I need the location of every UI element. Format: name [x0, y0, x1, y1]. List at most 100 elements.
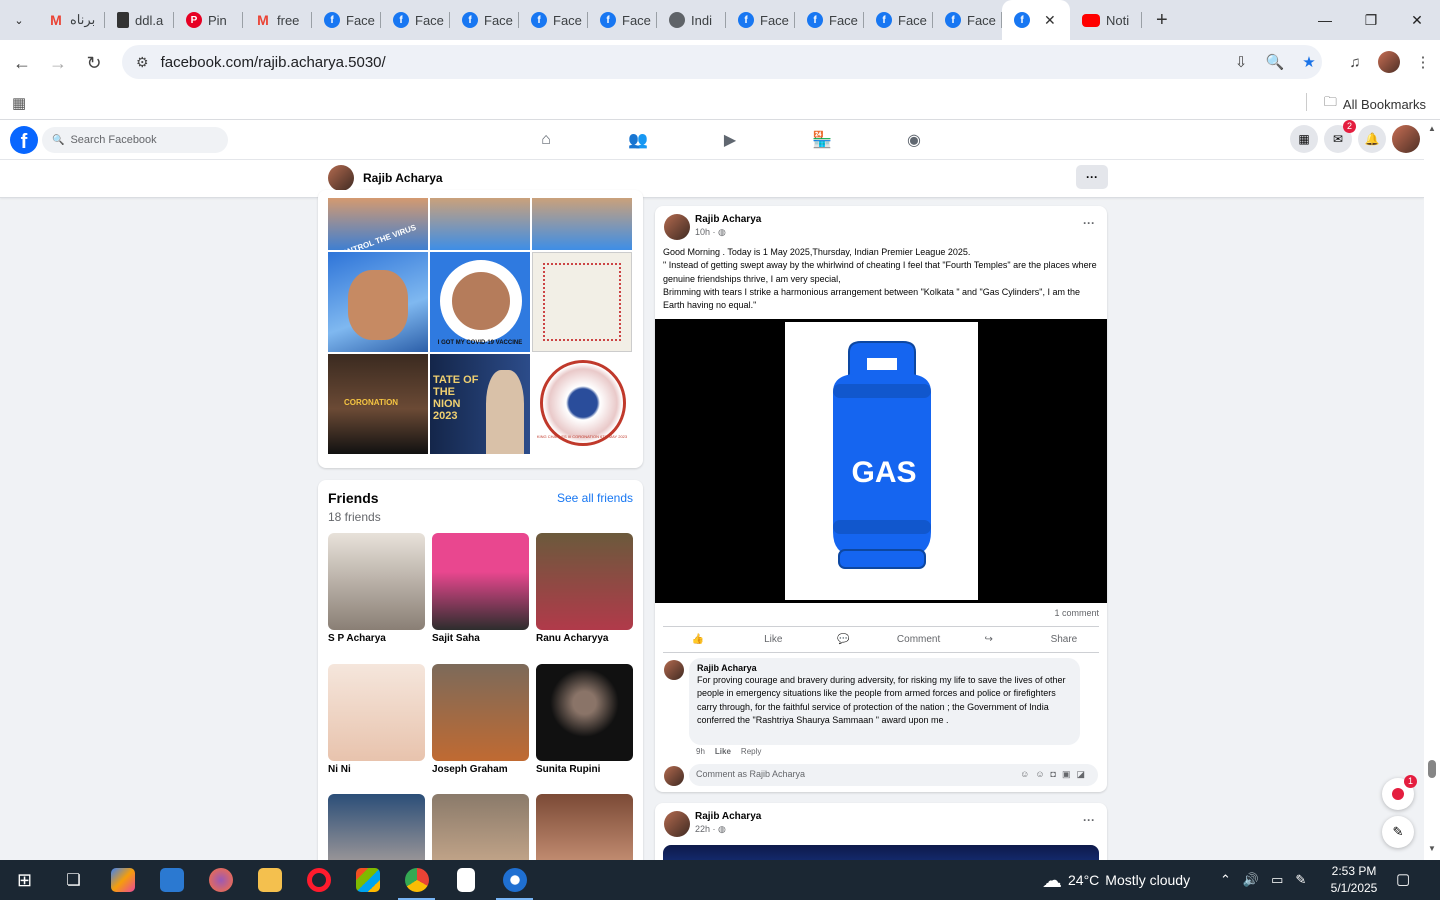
- browser-tab[interactable]: P Pin: [174, 0, 243, 40]
- notifications-icon[interactable]: 🔔: [1358, 125, 1386, 153]
- page-scrollbar[interactable]: ▲ ▼: [1424, 120, 1440, 860]
- browser-tab[interactable]: f Face: [450, 0, 519, 40]
- photo-tile[interactable]: [430, 198, 530, 250]
- scroll-down-icon[interactable]: ▼: [1428, 844, 1436, 853]
- comment-reply-button[interactable]: Reply: [741, 747, 761, 756]
- site-info-icon[interactable]: ⚙: [136, 54, 149, 71]
- facebook-logo[interactable]: f: [10, 126, 38, 154]
- photo-tile[interactable]: [328, 252, 428, 352]
- browser-tab[interactable]: f Face: [933, 0, 1002, 40]
- marketplace-icon[interactable]: 🏪: [776, 120, 868, 160]
- zoom-icon[interactable]: 🔍: [1258, 45, 1292, 79]
- post-author-avatar[interactable]: [664, 214, 690, 240]
- friend-item[interactable]: S P Acharya: [328, 533, 425, 644]
- store-app[interactable]: [343, 860, 392, 900]
- browser-tab[interactable]: f Face: [864, 0, 933, 40]
- media-controls-icon[interactable]: ♫: [1338, 45, 1372, 79]
- post-author-avatar[interactable]: [664, 811, 690, 837]
- menu-kebab-icon[interactable]: ⋮: [1406, 45, 1440, 79]
- tray-chevron-icon[interactable]: ⌃: [1220, 872, 1231, 888]
- photo-tile[interactable]: [532, 252, 632, 352]
- clock[interactable]: 2:53 PM 5/1/2025: [1328, 863, 1380, 897]
- post-image[interactable]: GAS: [655, 319, 1107, 603]
- browser-tab[interactable]: f Face: [312, 0, 381, 40]
- tab-active[interactable]: f ✕: [1002, 0, 1070, 40]
- camera-icon[interactable]: ◘: [1051, 769, 1062, 779]
- copilot-app[interactable]: [98, 860, 147, 900]
- photo-tile[interactable]: CORONATION: [328, 354, 428, 454]
- notification-center-icon[interactable]: ▢: [1396, 870, 1410, 888]
- gif-icon[interactable]: ▣: [1062, 769, 1077, 779]
- firefox-app[interactable]: [196, 860, 245, 900]
- search-input[interactable]: 🔍 Search Facebook: [42, 127, 228, 153]
- network-icon[interactable]: ▭: [1271, 872, 1283, 888]
- tab-search-button[interactable]: ⌄: [6, 7, 32, 33]
- profile-avatar[interactable]: [1372, 45, 1406, 79]
- browser-tab[interactable]: f Face: [519, 0, 588, 40]
- profile-name[interactable]: Rajib Acharya: [363, 171, 443, 185]
- close-tab-icon[interactable]: ✕: [1044, 12, 1056, 29]
- all-bookmarks-button[interactable]: 🗀 All Bookmarks: [1305, 93, 1426, 115]
- apps-grid-icon[interactable]: ▦: [12, 94, 26, 112]
- photo-tile[interactable]: I GOT MY COVID-19 VACCINE: [430, 252, 530, 352]
- friend-item[interactable]: Ni Ni: [328, 664, 425, 775]
- forward-icon[interactable]: →: [40, 45, 76, 81]
- menu-grid-icon[interactable]: ▦: [1290, 125, 1318, 153]
- back-icon[interactable]: ←: [4, 45, 40, 81]
- friend-item[interactable]: Ranu Acharyya: [536, 533, 633, 644]
- photo-tile[interactable]: [532, 198, 632, 250]
- address-bar[interactable]: ⚙ facebook.com/rajib.acharya.5030/: [122, 45, 1322, 79]
- profile-avatar-small[interactable]: [328, 165, 354, 191]
- scroll-thumb[interactable]: [1428, 760, 1436, 778]
- comment-input[interactable]: Comment as Rajib Acharya ☺☺◘▣◪: [689, 764, 1098, 786]
- chrome-app[interactable]: [392, 860, 441, 900]
- emoji-icon[interactable]: ☺: [1035, 769, 1050, 779]
- volume-icon[interactable]: 🔊: [1243, 872, 1259, 888]
- notepad-app[interactable]: [441, 860, 490, 900]
- browser-tab[interactable]: ddl.a: [105, 0, 174, 40]
- photo-tile[interactable]: CONTROL THE VIRUS: [328, 198, 428, 250]
- comment-like-button[interactable]: Like: [715, 747, 731, 756]
- app-icon[interactable]: [147, 860, 196, 900]
- account-avatar[interactable]: [1392, 125, 1420, 153]
- new-message-button[interactable]: ✎: [1382, 816, 1414, 848]
- comment-count[interactable]: 1 comment: [1054, 608, 1099, 618]
- comment-author[interactable]: Rajib Acharya: [697, 663, 1072, 673]
- photo-tile[interactable]: KING CHARLES III CORONATION 6TH MAY 2023: [532, 354, 632, 454]
- close-window-icon[interactable]: ✕: [1394, 0, 1440, 40]
- browser-tab[interactable]: f Face: [795, 0, 864, 40]
- more-options-button[interactable]: ···: [1076, 165, 1108, 189]
- post-options-icon[interactable]: ···: [1083, 216, 1095, 230]
- reload-icon[interactable]: ↻: [76, 45, 112, 81]
- video-icon[interactable]: ▶: [684, 120, 776, 160]
- post-options-icon[interactable]: ···: [1083, 813, 1095, 827]
- new-tab-button[interactable]: +: [1156, 9, 1182, 32]
- task-view-button[interactable]: ❏: [49, 860, 98, 900]
- browser-tab[interactable]: Mfree: [243, 0, 312, 40]
- tab-youtube[interactable]: Noti: [1070, 0, 1142, 40]
- pen-icon[interactable]: ✎: [1295, 872, 1306, 888]
- friend-item[interactable]: Sunita Rupini: [536, 664, 633, 775]
- commenter-avatar[interactable]: [664, 660, 684, 680]
- browser-tab[interactable]: f Face: [381, 0, 450, 40]
- post-time[interactable]: 22h · ◍: [695, 824, 726, 835]
- share-button[interactable]: ↪ Share: [954, 627, 1099, 652]
- comment-button[interactable]: 💬 Comment: [808, 627, 953, 652]
- weather-widget[interactable]: ☁ 24°C Mostly cloudy: [1042, 860, 1190, 900]
- friends-icon[interactable]: 👥: [592, 120, 684, 160]
- post-time[interactable]: 10h · ◍: [695, 227, 726, 238]
- start-button[interactable]: ⊞: [0, 860, 49, 900]
- groups-icon[interactable]: ◉: [868, 120, 960, 160]
- friend-item[interactable]: Sajit Saha: [432, 533, 529, 644]
- maximize-icon[interactable]: ❐: [1348, 0, 1394, 40]
- opera-app[interactable]: [294, 860, 343, 900]
- browser-tab[interactable]: f Face: [588, 0, 657, 40]
- home-icon[interactable]: ⌂: [500, 120, 592, 160]
- post-author[interactable]: Rajib Acharya: [695, 214, 761, 225]
- install-app-icon[interactable]: ⇩: [1224, 45, 1258, 79]
- messenger-icon[interactable]: ✉ 2: [1324, 120, 1356, 153]
- like-button[interactable]: 👍 Like: [663, 627, 808, 652]
- file-explorer-app[interactable]: [245, 860, 294, 900]
- friend-item[interactable]: Joseph Graham: [432, 664, 529, 775]
- bookmark-star-icon[interactable]: ★: [1292, 45, 1326, 79]
